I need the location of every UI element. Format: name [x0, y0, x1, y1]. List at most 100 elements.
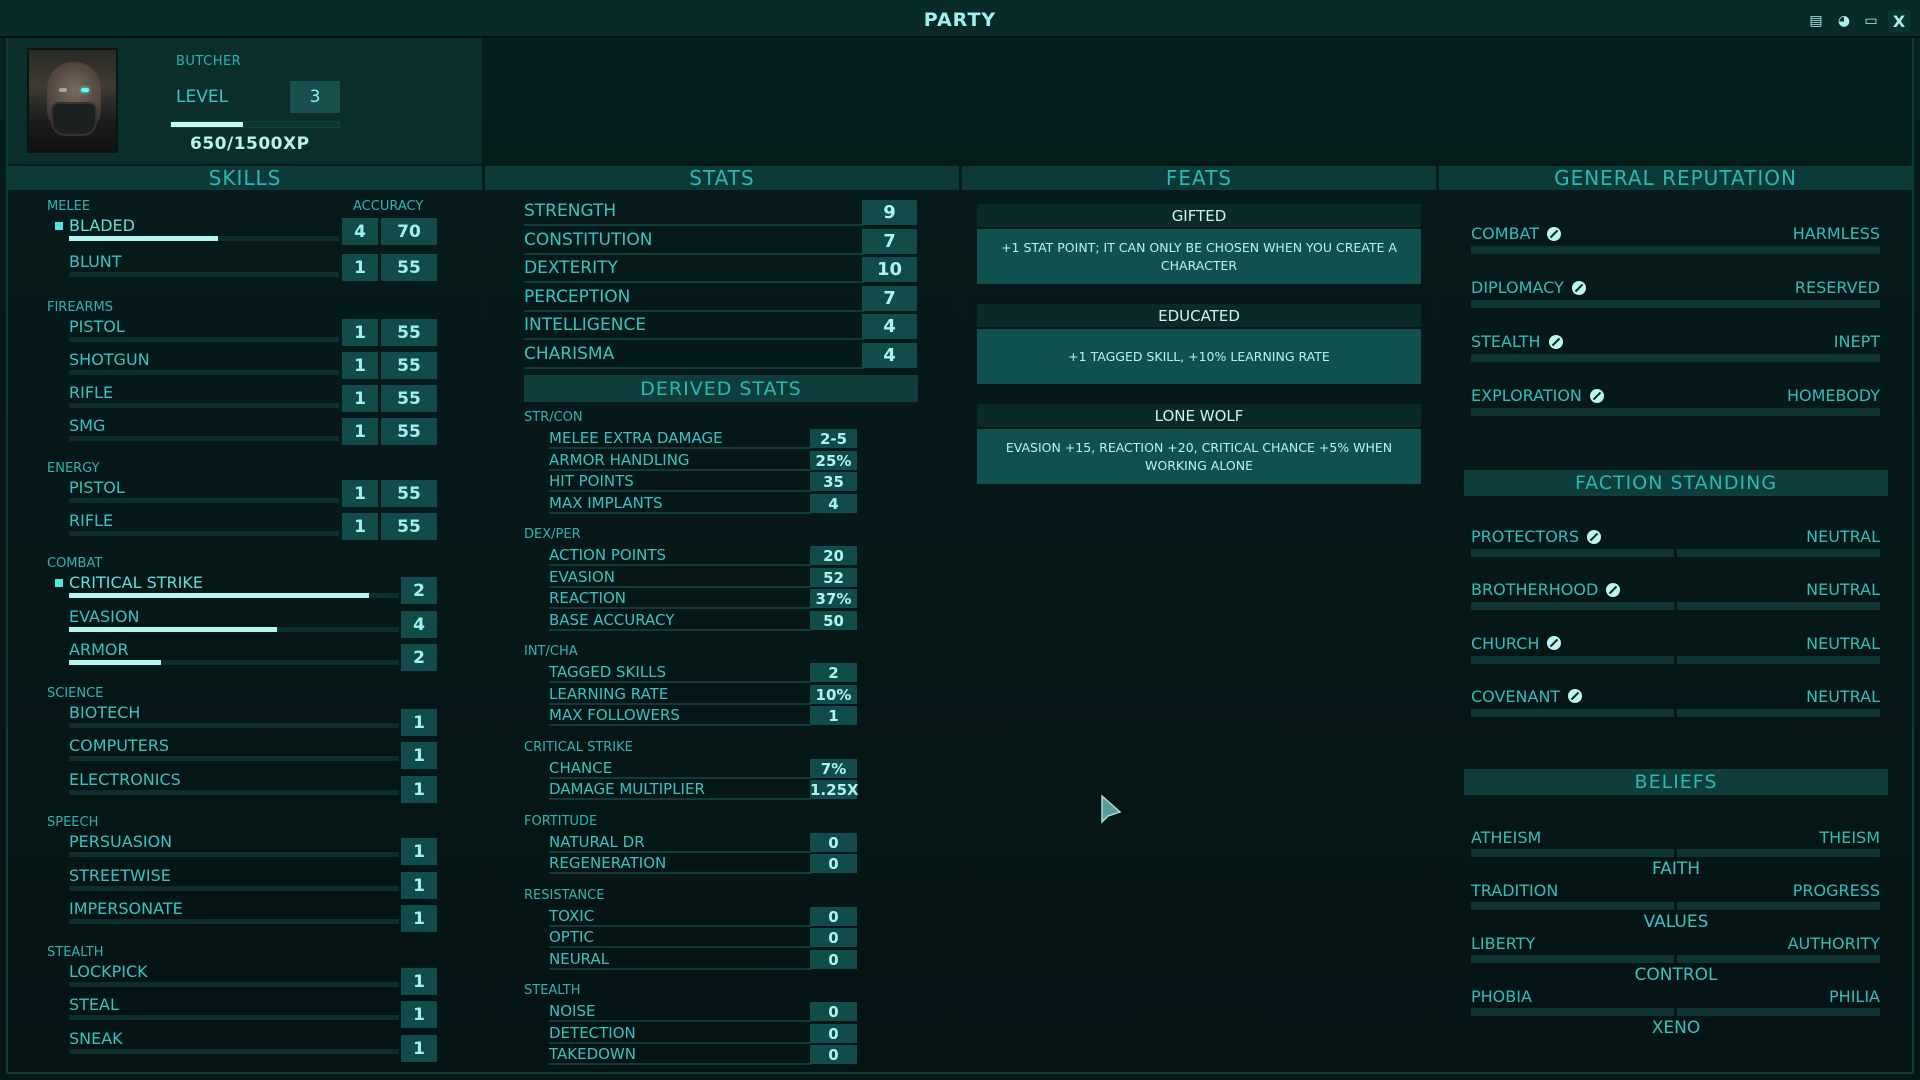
- stat-underline: [524, 338, 864, 340]
- derived-stat-name: HIT POINTS: [549, 472, 634, 490]
- standing-bar-negative: [1471, 655, 1674, 664]
- skill-progress-bar: [69, 722, 399, 728]
- belief-bar-right: [1677, 1008, 1880, 1016]
- xp-progress-fill: [171, 122, 244, 127]
- accuracy-column-label: ACCURACY: [353, 199, 424, 214]
- derived-stat-underline: [549, 607, 811, 609]
- feat-title[interactable]: EDUCATED: [977, 304, 1421, 327]
- derived-stat-name: NEURAL: [549, 949, 610, 968]
- skill-name: EVASION: [69, 606, 140, 626]
- belief-bar-left: [1471, 902, 1674, 910]
- derived-group-label: FORTITUDE: [524, 813, 598, 829]
- derived-stat-value: 0: [810, 1002, 857, 1021]
- derived-stat-name: MAX IMPLANTS: [549, 493, 663, 512]
- derived-stat-underline: [549, 1063, 811, 1065]
- derived-stat-value: 4: [810, 493, 857, 513]
- mouse-cursor-icon: [1101, 794, 1122, 824]
- reputation-header: GENERAL REPUTATION: [1439, 166, 1912, 190]
- derived-group-label: STR/CON: [524, 410, 583, 425]
- belief-bar-left: [1471, 955, 1674, 963]
- derived-stat-value: 52: [810, 567, 857, 587]
- skill-level-value: 1: [401, 775, 437, 803]
- stat-value: 9: [862, 200, 917, 225]
- derived-group-label: CRITICAL STRIKE: [524, 739, 633, 755]
- derived-stat-name: NATURAL DR: [549, 832, 645, 851]
- zero-points-icon: [1548, 334, 1563, 349]
- stats-header: STATS: [485, 166, 959, 190]
- derived-stat-value: 50: [810, 610, 857, 630]
- skill-progress-bar: [69, 789, 399, 795]
- stat-name: INTELLIGENCE: [524, 315, 647, 335]
- inventory-icon[interactable]: ▤: [1805, 10, 1827, 32]
- reputation-bar: [1471, 246, 1880, 254]
- skill-progress-bar: [69, 919, 399, 924]
- skill-level-value: 2: [401, 577, 437, 604]
- skill-group-label: SPEECH: [47, 815, 99, 830]
- derived-stat-name: REGENERATION: [549, 854, 667, 872]
- derived-group-label: RESISTANCE: [524, 887, 605, 903]
- derived-stats-header: DERIVED STATS: [524, 375, 918, 402]
- portrait-eye-left: [59, 88, 67, 92]
- zero-points-icon: [1571, 280, 1586, 295]
- derived-stat-value: 20: [810, 546, 857, 565]
- skill-name: STEAL: [69, 995, 119, 1014]
- belief-axis-label: CONTROL: [1634, 965, 1718, 985]
- skill-accuracy-value: 55: [381, 319, 437, 346]
- skill-group-label: ENERGY: [47, 461, 100, 476]
- character-head-icon[interactable]: ◕: [1833, 10, 1855, 32]
- derived-stat-underline: [549, 1020, 811, 1022]
- tagged-skill-marker: [55, 579, 63, 587]
- skill-level-value: 1: [401, 838, 437, 865]
- stat-underline: [524, 252, 864, 255]
- derived-stat-name: TAKEDOWN: [549, 1045, 636, 1063]
- derived-group-label: INT/CHA: [524, 644, 578, 659]
- belief-left-label: LIBERTY: [1471, 934, 1536, 953]
- skill-level-value: 1: [401, 1001, 437, 1028]
- derived-stat-value: 37%: [810, 589, 857, 608]
- character-name: BUTCHER: [176, 54, 242, 69]
- belief-bar-left: [1471, 849, 1674, 857]
- zero-points-icon: [1587, 529, 1602, 544]
- skill-progress-bar: [69, 852, 399, 857]
- feat-title[interactable]: LONE WOLF: [977, 404, 1421, 427]
- skill-accuracy-value: 55: [381, 254, 437, 281]
- derived-stat-value: 0: [810, 906, 857, 926]
- derived-stat-name: CHANCE: [549, 758, 613, 777]
- standing-bar-positive: [1677, 549, 1880, 557]
- skill-group-label: STEALTH: [47, 944, 104, 960]
- skill-group-label: MELEE: [47, 199, 91, 214]
- skill-accuracy-value: 55: [381, 480, 437, 507]
- derived-group-label: DEX/PER: [524, 527, 581, 542]
- derived-stat-underline: [549, 776, 811, 779]
- reputation-row-value: RESERVED: [1794, 278, 1880, 297]
- feat-title[interactable]: GIFTED: [977, 204, 1421, 227]
- skill-name: IMPERSONATE: [69, 899, 183, 918]
- derived-stat-underline: [549, 585, 811, 588]
- derived-stat-name: TOXIC: [549, 906, 595, 925]
- skill-accuracy-value: 55: [381, 385, 437, 412]
- stat-underline: [524, 281, 864, 283]
- reputation-bar: [1471, 408, 1880, 416]
- stat-value: 10: [862, 257, 917, 282]
- character-portrait[interactable]: [27, 48, 118, 153]
- derived-stat-name: ACTION POINTS: [549, 546, 667, 564]
- derived-stat-value: 10%: [810, 684, 857, 704]
- derived-stat-underline: [549, 1041, 811, 1044]
- close-icon[interactable]: X: [1888, 10, 1910, 32]
- reputation-label: PROTECTORS: [1471, 527, 1580, 546]
- reputation-bar: [1471, 300, 1880, 308]
- skill-level-value: 2: [401, 644, 437, 671]
- belief-right-label: PROGRESS: [1792, 881, 1880, 900]
- skill-progress-bar: [69, 885, 399, 891]
- monitor-icon[interactable]: ▭: [1860, 10, 1882, 32]
- beliefs-header: BELIEFS: [1464, 769, 1888, 795]
- window-title: PARTY: [923, 9, 997, 31]
- skill-progress-fill: [69, 593, 370, 598]
- belief-right-label: THEISM: [1819, 828, 1880, 847]
- skill-name: PERSUASION: [69, 832, 173, 851]
- derived-stat-value: 0: [810, 949, 857, 969]
- derived-stat-value: 25%: [810, 450, 857, 470]
- skill-name: SMG: [69, 416, 106, 435]
- belief-left-label: PHOBIA: [1471, 987, 1532, 1006]
- skill-name: SNEAK: [69, 1028, 123, 1048]
